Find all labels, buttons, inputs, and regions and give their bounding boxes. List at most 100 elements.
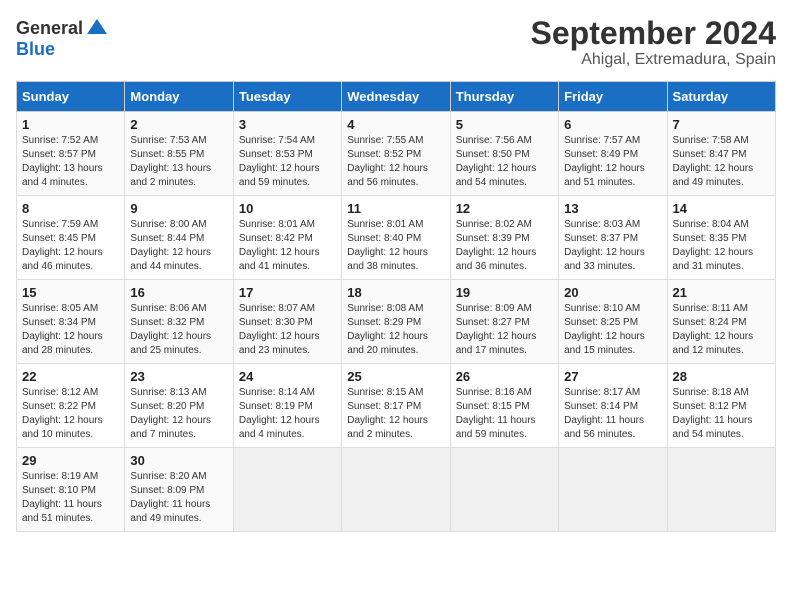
day-info: Sunrise: 7:53 AMSunset: 8:55 PMDaylight:… bbox=[130, 134, 227, 190]
day-number: 30 bbox=[130, 453, 227, 468]
day-info: Sunrise: 8:17 AMSunset: 8:14 PMDaylight:… bbox=[564, 386, 661, 442]
day-cell: 7 Sunrise: 7:58 AMSunset: 8:47 PMDayligh… bbox=[667, 112, 775, 196]
day-cell: 6 Sunrise: 7:57 AMSunset: 8:49 PMDayligh… bbox=[559, 112, 667, 196]
week-row-4: 22 Sunrise: 8:12 AMSunset: 8:22 PMDaylig… bbox=[17, 364, 776, 448]
header-monday: Monday bbox=[125, 82, 233, 112]
day-number: 23 bbox=[130, 369, 227, 384]
day-number: 4 bbox=[347, 117, 444, 132]
day-cell bbox=[667, 448, 775, 532]
header-sunday: Sunday bbox=[17, 82, 125, 112]
day-info: Sunrise: 7:57 AMSunset: 8:49 PMDaylight:… bbox=[564, 134, 661, 190]
day-info: Sunrise: 8:09 AMSunset: 8:27 PMDaylight:… bbox=[456, 302, 553, 358]
day-number: 3 bbox=[239, 117, 336, 132]
day-cell bbox=[559, 448, 667, 532]
day-number: 5 bbox=[456, 117, 553, 132]
day-number: 24 bbox=[239, 369, 336, 384]
location-title: Ahigal, Extremadura, Spain bbox=[531, 51, 776, 69]
week-row-3: 15 Sunrise: 8:05 AMSunset: 8:34 PMDaylig… bbox=[17, 280, 776, 364]
day-cell: 20 Sunrise: 8:10 AMSunset: 8:25 PMDaylig… bbox=[559, 280, 667, 364]
day-info: Sunrise: 8:14 AMSunset: 8:19 PMDaylight:… bbox=[239, 386, 336, 442]
day-number: 20 bbox=[564, 285, 661, 300]
logo-blue: Blue bbox=[16, 39, 55, 59]
day-cell: 24 Sunrise: 8:14 AMSunset: 8:19 PMDaylig… bbox=[233, 364, 341, 448]
day-number: 26 bbox=[456, 369, 553, 384]
day-info: Sunrise: 7:56 AMSunset: 8:50 PMDaylight:… bbox=[456, 134, 553, 190]
day-number: 1 bbox=[22, 117, 119, 132]
day-info: Sunrise: 8:06 AMSunset: 8:32 PMDaylight:… bbox=[130, 302, 227, 358]
day-cell: 16 Sunrise: 8:06 AMSunset: 8:32 PMDaylig… bbox=[125, 280, 233, 364]
day-cell: 1 Sunrise: 7:52 AMSunset: 8:57 PMDayligh… bbox=[17, 112, 125, 196]
day-info: Sunrise: 8:00 AMSunset: 8:44 PMDaylight:… bbox=[130, 218, 227, 274]
day-info: Sunrise: 8:20 AMSunset: 8:09 PMDaylight:… bbox=[130, 470, 227, 526]
month-title: September 2024 bbox=[531, 16, 776, 51]
day-cell: 26 Sunrise: 8:16 AMSunset: 8:15 PMDaylig… bbox=[450, 364, 558, 448]
day-cell: 22 Sunrise: 8:12 AMSunset: 8:22 PMDaylig… bbox=[17, 364, 125, 448]
day-cell: 10 Sunrise: 8:01 AMSunset: 8:42 PMDaylig… bbox=[233, 196, 341, 280]
day-info: Sunrise: 7:52 AMSunset: 8:57 PMDaylight:… bbox=[22, 134, 119, 190]
day-cell: 27 Sunrise: 8:17 AMSunset: 8:14 PMDaylig… bbox=[559, 364, 667, 448]
day-number: 7 bbox=[673, 117, 770, 132]
day-info: Sunrise: 7:54 AMSunset: 8:53 PMDaylight:… bbox=[239, 134, 336, 190]
title-area: September 2024 Ahigal, Extremadura, Spai… bbox=[531, 16, 776, 69]
day-number: 22 bbox=[22, 369, 119, 384]
week-row-5: 29 Sunrise: 8:19 AMSunset: 8:10 PMDaylig… bbox=[17, 448, 776, 532]
day-info: Sunrise: 8:19 AMSunset: 8:10 PMDaylight:… bbox=[22, 470, 119, 526]
day-cell: 19 Sunrise: 8:09 AMSunset: 8:27 PMDaylig… bbox=[450, 280, 558, 364]
day-number: 2 bbox=[130, 117, 227, 132]
day-info: Sunrise: 8:03 AMSunset: 8:37 PMDaylight:… bbox=[564, 218, 661, 274]
calendar-table: SundayMondayTuesdayWednesdayThursdayFrid… bbox=[16, 81, 776, 532]
day-cell bbox=[450, 448, 558, 532]
day-number: 19 bbox=[456, 285, 553, 300]
day-cell: 21 Sunrise: 8:11 AMSunset: 8:24 PMDaylig… bbox=[667, 280, 775, 364]
day-info: Sunrise: 8:04 AMSunset: 8:35 PMDaylight:… bbox=[673, 218, 770, 274]
day-number: 13 bbox=[564, 201, 661, 216]
day-info: Sunrise: 8:08 AMSunset: 8:29 PMDaylight:… bbox=[347, 302, 444, 358]
day-number: 16 bbox=[130, 285, 227, 300]
day-info: Sunrise: 7:59 AMSunset: 8:45 PMDaylight:… bbox=[22, 218, 119, 274]
day-number: 15 bbox=[22, 285, 119, 300]
day-number: 18 bbox=[347, 285, 444, 300]
day-info: Sunrise: 8:05 AMSunset: 8:34 PMDaylight:… bbox=[22, 302, 119, 358]
day-number: 12 bbox=[456, 201, 553, 216]
day-cell: 15 Sunrise: 8:05 AMSunset: 8:34 PMDaylig… bbox=[17, 280, 125, 364]
day-number: 28 bbox=[673, 369, 770, 384]
day-cell: 18 Sunrise: 8:08 AMSunset: 8:29 PMDaylig… bbox=[342, 280, 450, 364]
day-cell: 8 Sunrise: 7:59 AMSunset: 8:45 PMDayligh… bbox=[17, 196, 125, 280]
day-info: Sunrise: 8:12 AMSunset: 8:22 PMDaylight:… bbox=[22, 386, 119, 442]
day-cell: 3 Sunrise: 7:54 AMSunset: 8:53 PMDayligh… bbox=[233, 112, 341, 196]
day-number: 17 bbox=[239, 285, 336, 300]
day-cell: 11 Sunrise: 8:01 AMSunset: 8:40 PMDaylig… bbox=[342, 196, 450, 280]
day-cell: 30 Sunrise: 8:20 AMSunset: 8:09 PMDaylig… bbox=[125, 448, 233, 532]
day-number: 10 bbox=[239, 201, 336, 216]
logo: General Blue bbox=[16, 16, 111, 60]
header-row: SundayMondayTuesdayWednesdayThursdayFrid… bbox=[17, 82, 776, 112]
day-cell bbox=[233, 448, 341, 532]
day-info: Sunrise: 8:15 AMSunset: 8:17 PMDaylight:… bbox=[347, 386, 444, 442]
day-info: Sunrise: 8:11 AMSunset: 8:24 PMDaylight:… bbox=[673, 302, 770, 358]
header: General Blue September 2024 Ahigal, Extr… bbox=[16, 16, 776, 69]
day-cell: 2 Sunrise: 7:53 AMSunset: 8:55 PMDayligh… bbox=[125, 112, 233, 196]
day-info: Sunrise: 8:18 AMSunset: 8:12 PMDaylight:… bbox=[673, 386, 770, 442]
day-cell: 13 Sunrise: 8:03 AMSunset: 8:37 PMDaylig… bbox=[559, 196, 667, 280]
day-cell: 12 Sunrise: 8:02 AMSunset: 8:39 PMDaylig… bbox=[450, 196, 558, 280]
day-cell: 9 Sunrise: 8:00 AMSunset: 8:44 PMDayligh… bbox=[125, 196, 233, 280]
day-cell: 25 Sunrise: 8:15 AMSunset: 8:17 PMDaylig… bbox=[342, 364, 450, 448]
day-number: 29 bbox=[22, 453, 119, 468]
day-number: 8 bbox=[22, 201, 119, 216]
header-thursday: Thursday bbox=[450, 82, 558, 112]
logo-text: General Blue bbox=[16, 16, 111, 60]
day-number: 14 bbox=[673, 201, 770, 216]
week-row-2: 8 Sunrise: 7:59 AMSunset: 8:45 PMDayligh… bbox=[17, 196, 776, 280]
day-info: Sunrise: 8:01 AMSunset: 8:42 PMDaylight:… bbox=[239, 218, 336, 274]
day-info: Sunrise: 7:55 AMSunset: 8:52 PMDaylight:… bbox=[347, 134, 444, 190]
day-number: 9 bbox=[130, 201, 227, 216]
header-friday: Friday bbox=[559, 82, 667, 112]
day-number: 25 bbox=[347, 369, 444, 384]
day-info: Sunrise: 8:13 AMSunset: 8:20 PMDaylight:… bbox=[130, 386, 227, 442]
day-number: 21 bbox=[673, 285, 770, 300]
day-cell: 29 Sunrise: 8:19 AMSunset: 8:10 PMDaylig… bbox=[17, 448, 125, 532]
header-saturday: Saturday bbox=[667, 82, 775, 112]
header-tuesday: Tuesday bbox=[233, 82, 341, 112]
day-number: 27 bbox=[564, 369, 661, 384]
day-cell bbox=[342, 448, 450, 532]
